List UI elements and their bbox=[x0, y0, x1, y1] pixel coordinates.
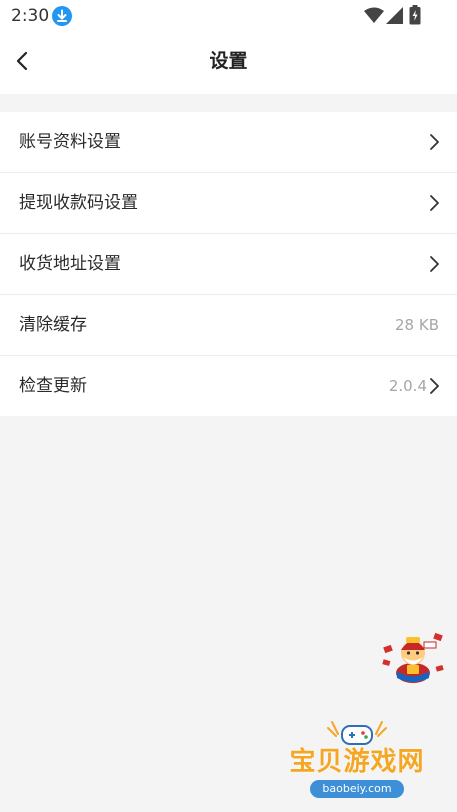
menu-row-withdraw-qr[interactable]: 提现收款码设置 bbox=[0, 173, 457, 234]
status-bar: 2:30 bbox=[0, 0, 457, 32]
cache-size-value: 28 KB bbox=[395, 316, 439, 334]
watermark-title: 宝贝游戏网 bbox=[289, 747, 425, 777]
menu-row-clear-cache[interactable]: 清除缓存 28 KB bbox=[0, 295, 457, 356]
chevron-right-icon bbox=[430, 134, 439, 150]
menu-row-account-profile[interactable]: 账号资料设置 bbox=[0, 112, 457, 173]
menu-label: 收货地址设置 bbox=[19, 254, 121, 274]
chevron-right-icon bbox=[430, 195, 439, 211]
menu-row-check-update[interactable]: 检查更新 2.0.4 bbox=[0, 356, 457, 416]
chevron-right-icon bbox=[430, 378, 439, 394]
watermark-domain: baobeiy.com bbox=[310, 780, 404, 798]
menu-label: 提现收款码设置 bbox=[19, 193, 138, 213]
wifi-icon bbox=[364, 7, 384, 23]
app-header: 设置 bbox=[0, 32, 457, 94]
settings-menu: 账号资料设置 提现收款码设置 收货地址设置 清除缓存 28 KB 检查更新 2.… bbox=[0, 112, 457, 416]
chevron-right-icon bbox=[430, 256, 439, 272]
download-icon bbox=[52, 6, 72, 26]
signal-icon bbox=[386, 7, 403, 24]
menu-label: 账号资料设置 bbox=[19, 132, 121, 152]
menu-label: 清除缓存 bbox=[19, 315, 87, 335]
status-time: 2:30 bbox=[11, 6, 50, 26]
menu-row-shipping-address[interactable]: 收货地址设置 bbox=[0, 234, 457, 295]
version-value: 2.0.4 bbox=[388, 377, 427, 395]
menu-label: 检查更新 bbox=[19, 376, 87, 396]
page-title: 设置 bbox=[209, 50, 248, 72]
battery-icon bbox=[409, 5, 421, 25]
mascot-float-icon[interactable] bbox=[382, 626, 444, 684]
watermark-logo: 宝贝游戏网 baobeiy.com bbox=[282, 720, 432, 805]
